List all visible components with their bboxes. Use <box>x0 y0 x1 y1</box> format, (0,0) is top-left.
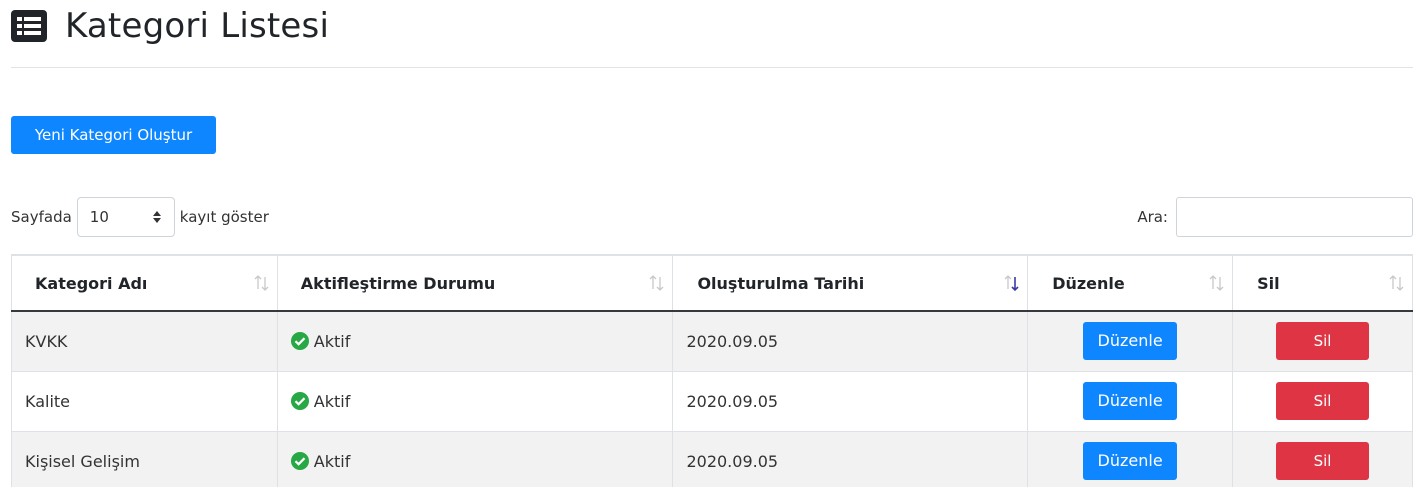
status-cell: Aktif <box>276 370 673 431</box>
page-length-select[interactable]: 10 <box>76 197 175 237</box>
column-header-delete[interactable]: Sil <box>1232 254 1413 312</box>
search-control: Ara: <box>1137 197 1413 237</box>
column-header-label: Kategori Adı <box>35 274 148 293</box>
delete-cell: Sil <box>1232 310 1413 371</box>
sort-both-icon <box>254 275 269 291</box>
check-circle-icon <box>290 392 309 410</box>
status-label: Aktif <box>313 331 351 351</box>
column-header-name[interactable]: Kategori Adı <box>11 254 278 312</box>
created-date-cell: 2020.09.05 <box>672 430 1028 487</box>
search-label: Ara: <box>1137 208 1168 226</box>
edit-cell: Düzenle <box>1027 430 1233 487</box>
column-header-label: Oluşturulma Tarihi <box>697 274 865 293</box>
table-row: KVKK Aktif 2020.09.05 Düzenle Sil <box>11 310 1413 371</box>
check-circle-icon <box>290 452 309 471</box>
length-prefix-label: Sayfada <box>11 208 72 226</box>
column-header-label: Aktifleştirme Durumu <box>300 274 496 293</box>
sort-both-icon <box>1209 275 1224 291</box>
created-date-cell: 2020.09.05 <box>672 370 1028 431</box>
check-circle-icon <box>290 332 309 351</box>
delete-button[interactable]: Sil <box>1276 382 1370 420</box>
new-category-button[interactable]: Yeni Kategori Oluştur <box>11 116 216 154</box>
select-updown-icon <box>152 211 161 223</box>
sort-desc-icon <box>1004 275 1019 292</box>
sort-both-icon <box>1389 275 1404 291</box>
header-divider <box>11 67 1413 68</box>
status-label: Aktif <box>313 451 351 471</box>
edit-button[interactable]: Düzenle <box>1083 382 1178 420</box>
table-row: Kalite Aktif 2020.09.05 Düzenle Sil <box>11 370 1413 431</box>
list-alt-icon <box>11 10 47 42</box>
delete-cell: Sil <box>1232 370 1413 431</box>
sort-both-icon <box>649 275 664 291</box>
column-header-label: Düzenle <box>1052 274 1125 293</box>
delete-cell: Sil <box>1232 430 1413 487</box>
delete-button[interactable]: Sil <box>1276 442 1370 481</box>
category-table: Kategori Adı Aktifleştirme Durumu Oluştu… <box>11 254 1413 487</box>
length-suffix-label: kayıt göster <box>179 208 269 226</box>
column-header-created[interactable]: Oluşturulma Tarihi <box>672 254 1028 312</box>
status-cell: Aktif <box>276 310 673 371</box>
table-row: Kişisel Gelişim Aktif 2020.09.05 Düzenle… <box>11 430 1413 487</box>
column-header-edit[interactable]: Düzenle <box>1027 254 1233 312</box>
page-length-control: Sayfada 10 kayıt göster <box>11 197 269 237</box>
category-name-cell: Kalite <box>11 370 278 431</box>
edit-cell: Düzenle <box>1027 310 1233 371</box>
created-date-cell: 2020.09.05 <box>672 310 1028 371</box>
edit-cell: Düzenle <box>1027 370 1233 431</box>
page-length-value: 10 <box>89 208 109 226</box>
category-name-cell: KVKK <box>11 310 278 371</box>
edit-button[interactable]: Düzenle <box>1083 442 1178 481</box>
page-header: Kategori Listesi <box>11 5 329 47</box>
column-header-status[interactable]: Aktifleştirme Durumu <box>276 254 673 312</box>
status-label: Aktif <box>313 391 351 411</box>
category-name-cell: Kişisel Gelişim <box>11 430 278 487</box>
search-input[interactable] <box>1176 197 1413 237</box>
delete-button[interactable]: Sil <box>1276 322 1370 361</box>
column-header-label: Sil <box>1257 274 1280 293</box>
edit-button[interactable]: Düzenle <box>1083 322 1178 361</box>
page-title: Kategori Listesi <box>65 6 330 46</box>
status-cell: Aktif <box>276 430 673 487</box>
table-header-row: Kategori Adı Aktifleştirme Durumu Oluştu… <box>11 254 1413 312</box>
